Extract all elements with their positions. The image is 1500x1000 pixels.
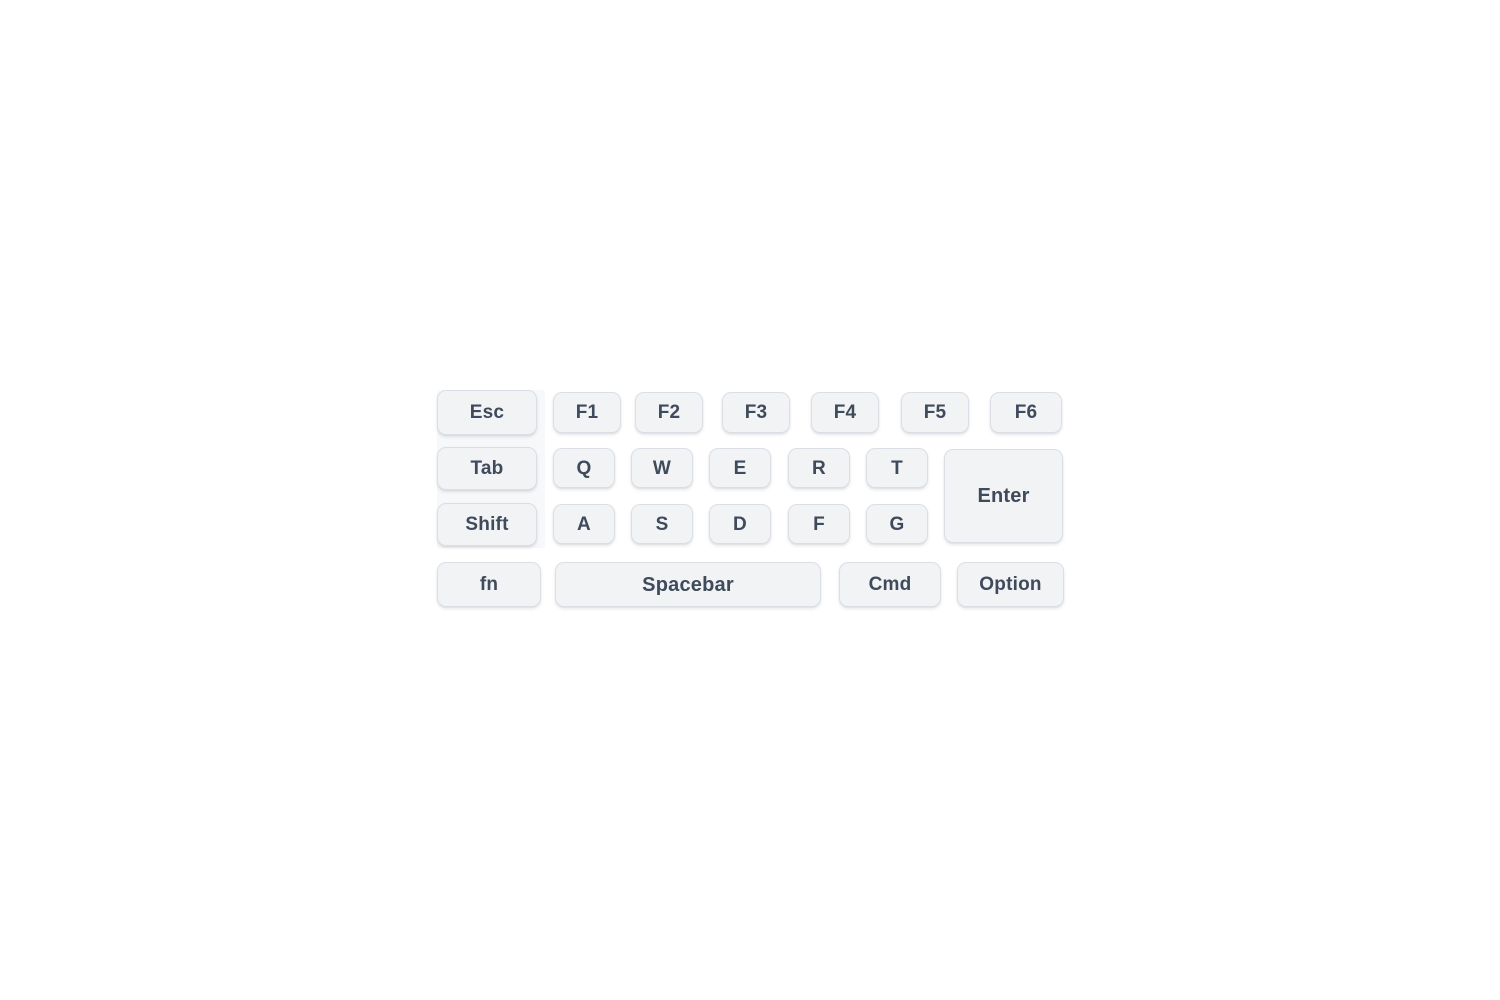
key-fn[interactable]: fn — [437, 562, 541, 607]
key-d[interactable]: D — [709, 504, 771, 544]
key-f6[interactable]: F6 — [990, 392, 1062, 433]
key-tab[interactable]: Tab — [437, 447, 537, 490]
key-e[interactable]: E — [709, 448, 771, 488]
key-r[interactable]: R — [788, 448, 850, 488]
key-f2[interactable]: F2 — [635, 392, 703, 433]
key-w[interactable]: W — [631, 448, 693, 488]
key-s[interactable]: S — [631, 504, 693, 544]
key-f1[interactable]: F1 — [553, 392, 621, 433]
key-option[interactable]: Option — [957, 562, 1064, 607]
key-shift[interactable]: Shift — [437, 503, 537, 546]
virtual-keyboard: Esc F1 F2 F3 F4 F5 F6 Tab Q W E R T Enter Shift A S D F Gfn… — [0, 0, 1500, 1000]
key-spacebar[interactable]: Spacebar — [555, 562, 821, 607]
key-f3[interactable]: F3 — [722, 392, 790, 433]
key-f5[interactable]: F5 — [901, 392, 969, 433]
key-q[interactable]: Q — [553, 448, 615, 488]
key-cmd[interactable]: Cmd — [839, 562, 941, 607]
key-g[interactable]: G — [866, 504, 928, 544]
key-esc[interactable]: Esc — [437, 390, 537, 435]
key-f4[interactable]: F4 — [811, 392, 879, 433]
key-enter[interactable]: Enter — [944, 449, 1063, 543]
key-a[interactable]: A — [553, 504, 615, 544]
key-f[interactable]: F — [788, 504, 850, 544]
key-t[interactable]: T — [866, 448, 928, 488]
